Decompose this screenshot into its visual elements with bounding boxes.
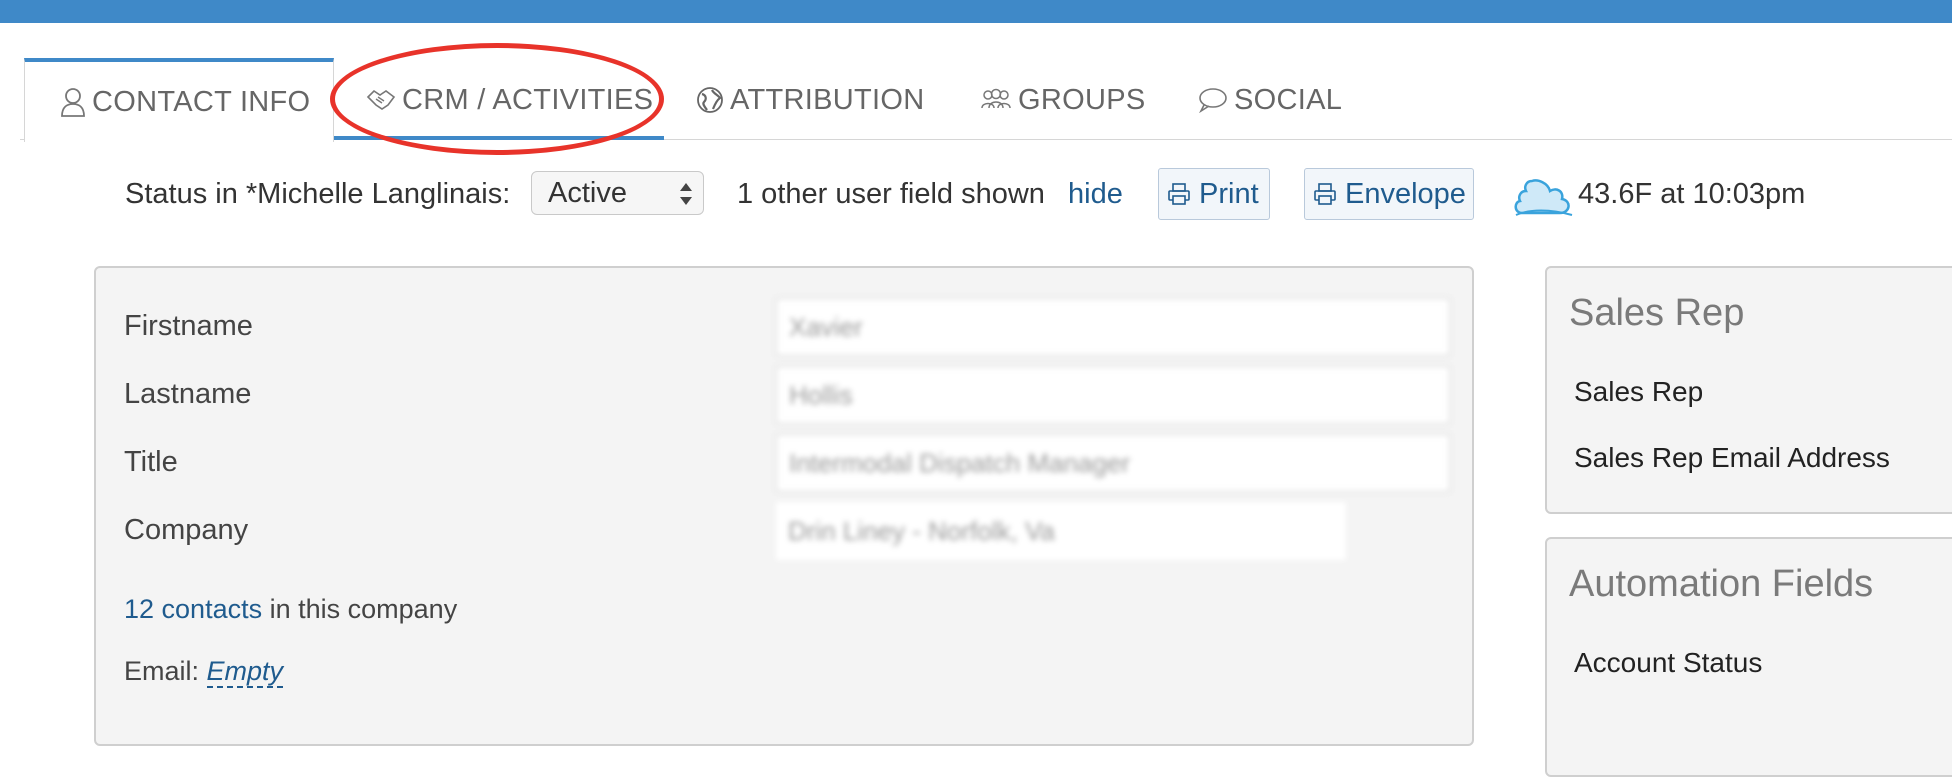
hide-fields-link[interactable]: hide	[1068, 178, 1123, 211]
firstname-field[interactable]: Xavier	[776, 298, 1450, 356]
top-header-bar	[0, 0, 1952, 23]
automation-fields-panel: Automation Fields Account Status	[1545, 537, 1952, 777]
status-select[interactable]: Active	[531, 171, 704, 215]
tab-label: GROUPS	[1018, 83, 1146, 116]
automation-fields-title: Automation Fields	[1569, 563, 1874, 605]
user-fields-shown-text: 1 other user field shown	[737, 178, 1045, 210]
envelope-button-label: Envelope	[1345, 177, 1466, 210]
sales-rep-email-field: Sales Rep Email Address	[1574, 442, 1890, 473]
print-button[interactable]: Print	[1158, 168, 1270, 220]
weather-cloud-icon	[1510, 171, 1576, 227]
company-field[interactable]: Drin Lineу - Norfolk, Va	[776, 502, 1346, 560]
sales-rep-title: Sales Rep	[1569, 292, 1745, 334]
handshake-icon	[366, 87, 396, 113]
printer-icon	[1167, 182, 1191, 206]
contact-details-panel: Firstname Xavier Lastname Hollis Title I…	[94, 266, 1474, 746]
status-selected-value: Active	[548, 176, 627, 209]
company-contacts-suffix: in this company	[269, 594, 458, 624]
account-status-field: Account Status	[1574, 647, 1763, 678]
speech-bubble-icon	[1198, 87, 1228, 113]
user-icon	[60, 87, 86, 117]
sales-rep-field: Sales Rep	[1574, 376, 1704, 407]
group-icon	[980, 88, 1012, 112]
email-line: Email: Empty	[124, 656, 284, 688]
lastname-label: Lastname	[124, 378, 252, 410]
tab-social[interactable]: SOCIAL	[1198, 60, 1342, 140]
email-label: Email:	[124, 656, 200, 686]
status-label: Status in *Michelle Langlinais:	[125, 178, 511, 210]
tab-label: CONTACT INFO	[92, 85, 311, 118]
title-field[interactable]: Intermodal Dispatch Manager	[776, 434, 1450, 492]
weather-time: at 10:03pm	[1660, 178, 1806, 210]
tab-contact-info[interactable]: CONTACT INFO	[24, 58, 334, 142]
globe-icon	[696, 86, 724, 114]
sales-rep-panel: Sales Rep Sales Rep Sales Rep Email Addr…	[1545, 266, 1952, 514]
email-empty-editable[interactable]: Empty	[206, 656, 284, 688]
title-label: Title	[124, 446, 178, 478]
company-contacts-line: 12 contacts in this company	[124, 594, 457, 625]
lastname-field[interactable]: Hollis	[776, 366, 1450, 424]
envelope-button[interactable]: Envelope	[1304, 168, 1474, 220]
tab-attribution[interactable]: ATTRIBUTION	[696, 60, 924, 140]
tab-crm-activities[interactable]: CRM / ACTIVITIES	[366, 60, 653, 140]
tab-groups[interactable]: GROUPS	[980, 60, 1146, 140]
select-arrows-icon	[680, 183, 692, 205]
tab-label: ATTRIBUTION	[730, 83, 925, 116]
print-button-label: Print	[1199, 177, 1259, 210]
firstname-label: Firstname	[124, 310, 253, 342]
tab-crm-underline	[334, 136, 664, 140]
status-toolbar: Status in *Michelle Langlinais: Active 1…	[0, 168, 1952, 220]
weather-readout: 43.6F at 10:03pm	[1578, 178, 1805, 211]
printer-icon	[1313, 182, 1337, 206]
tab-label: SOCIAL	[1234, 83, 1343, 116]
tab-label: CRM / ACTIVITIES	[402, 83, 654, 116]
company-contacts-link[interactable]: 12 contacts	[124, 594, 262, 624]
weather-temperature: 43.6F	[1578, 178, 1653, 210]
company-label: Company	[124, 514, 249, 546]
